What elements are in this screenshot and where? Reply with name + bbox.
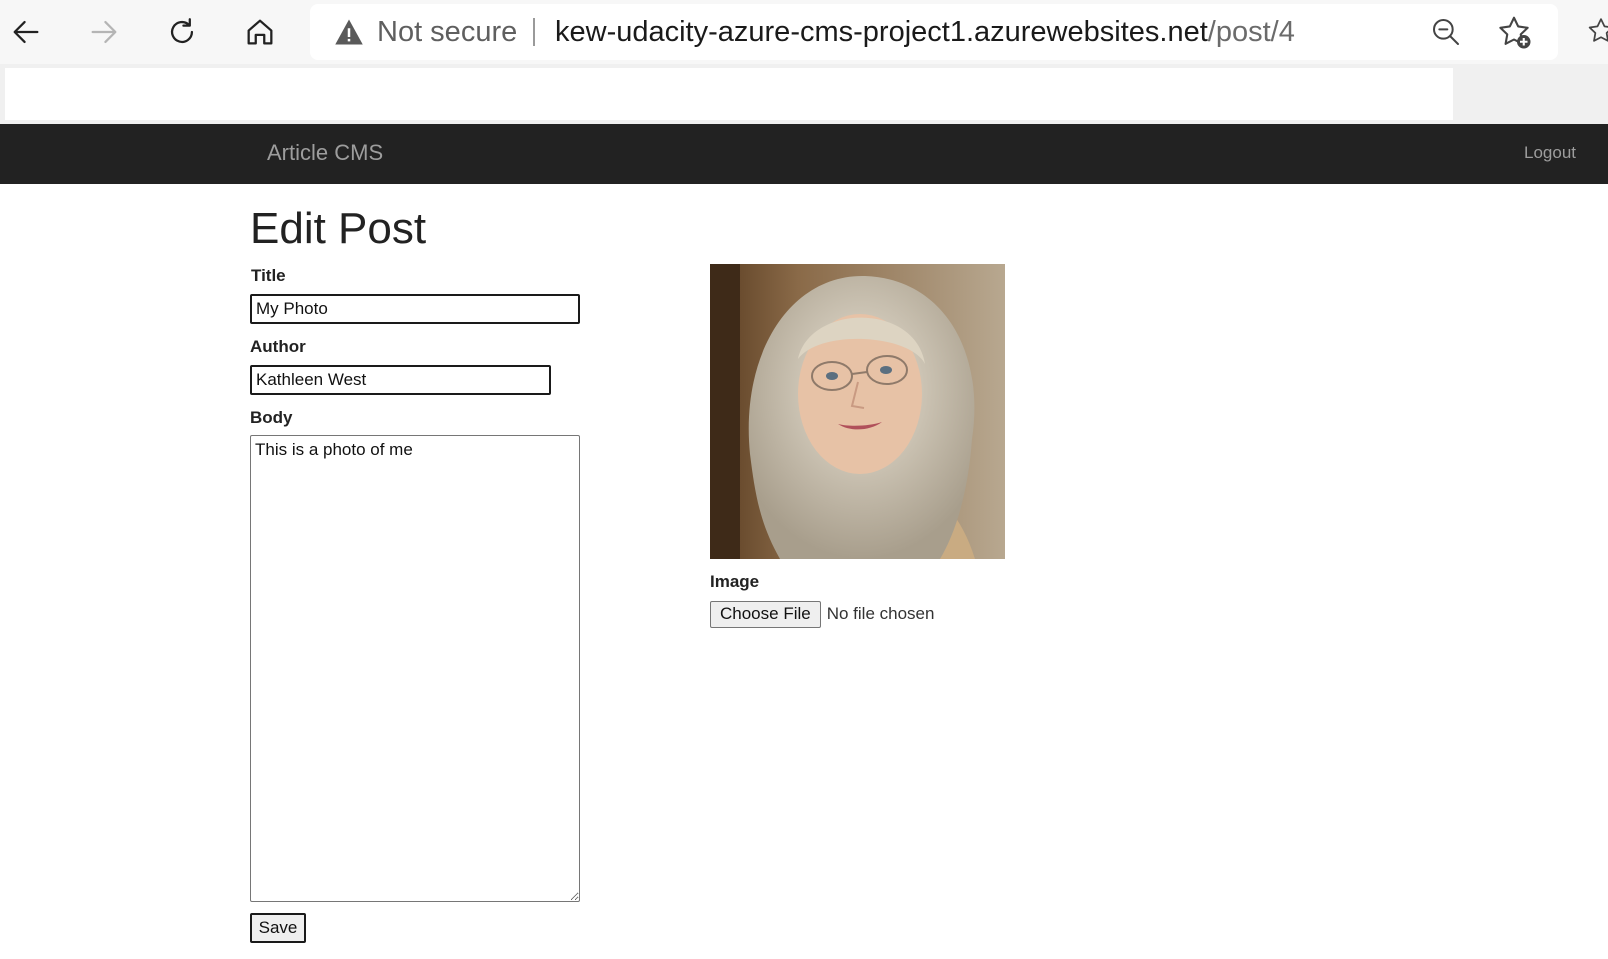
choose-file-button[interactable]: Choose File <box>710 600 821 628</box>
body-label: Body <box>250 408 293 427</box>
url-host: kew-udacity-azure-cms-project1.azurewebs… <box>555 16 1208 48</box>
home-icon <box>247 19 273 45</box>
browser-info-area <box>0 64 1608 124</box>
page-title: Edit Post <box>250 204 427 253</box>
forward-button[interactable] <box>80 8 128 56</box>
save-button[interactable]: Save <box>250 913 306 943</box>
browser-toolbar: Not secure kew-udacity-azure-cms-project… <box>0 0 1608 64</box>
url-path: /post/4 <box>1207 16 1295 48</box>
image-label: Image <box>710 572 760 591</box>
security-status[interactable]: Not secure <box>377 16 517 48</box>
back-arrow-icon <box>13 20 39 44</box>
navbar: Article CMS Logout <box>0 124 1608 184</box>
file-status: No file chosen <box>826 604 935 623</box>
portrait-photo <box>710 264 1005 559</box>
info-bar <box>5 68 1453 120</box>
logout-link[interactable]: Logout <box>1524 143 1576 163</box>
add-favorite-icon[interactable] <box>1496 14 1532 50</box>
favorites-icon[interactable] <box>1586 14 1608 48</box>
address-separator <box>533 18 535 46</box>
home-button[interactable] <box>236 8 284 56</box>
back-button[interactable] <box>2 8 50 56</box>
author-input[interactable] <box>250 365 551 395</box>
author-label: Author <box>250 337 306 356</box>
body-textarea[interactable]: This is a photo of me <box>250 435 580 902</box>
url-text[interactable]: kew-udacity-azure-cms-project1.azurewebs… <box>555 16 1295 48</box>
post-image <box>710 264 1005 559</box>
refresh-button[interactable] <box>158 8 206 56</box>
title-label: Title <box>251 266 286 285</box>
file-input[interactable]: Choose File No file chosen <box>710 600 934 628</box>
zoom-out-icon[interactable] <box>1430 16 1462 48</box>
address-bar[interactable]: Not secure kew-udacity-azure-cms-project… <box>310 4 1558 60</box>
warning-icon[interactable] <box>334 18 364 46</box>
refresh-icon <box>170 18 194 44</box>
title-input[interactable] <box>250 294 580 324</box>
forward-arrow-icon <box>91 20 117 44</box>
brand-link[interactable]: Article CMS <box>267 140 383 166</box>
